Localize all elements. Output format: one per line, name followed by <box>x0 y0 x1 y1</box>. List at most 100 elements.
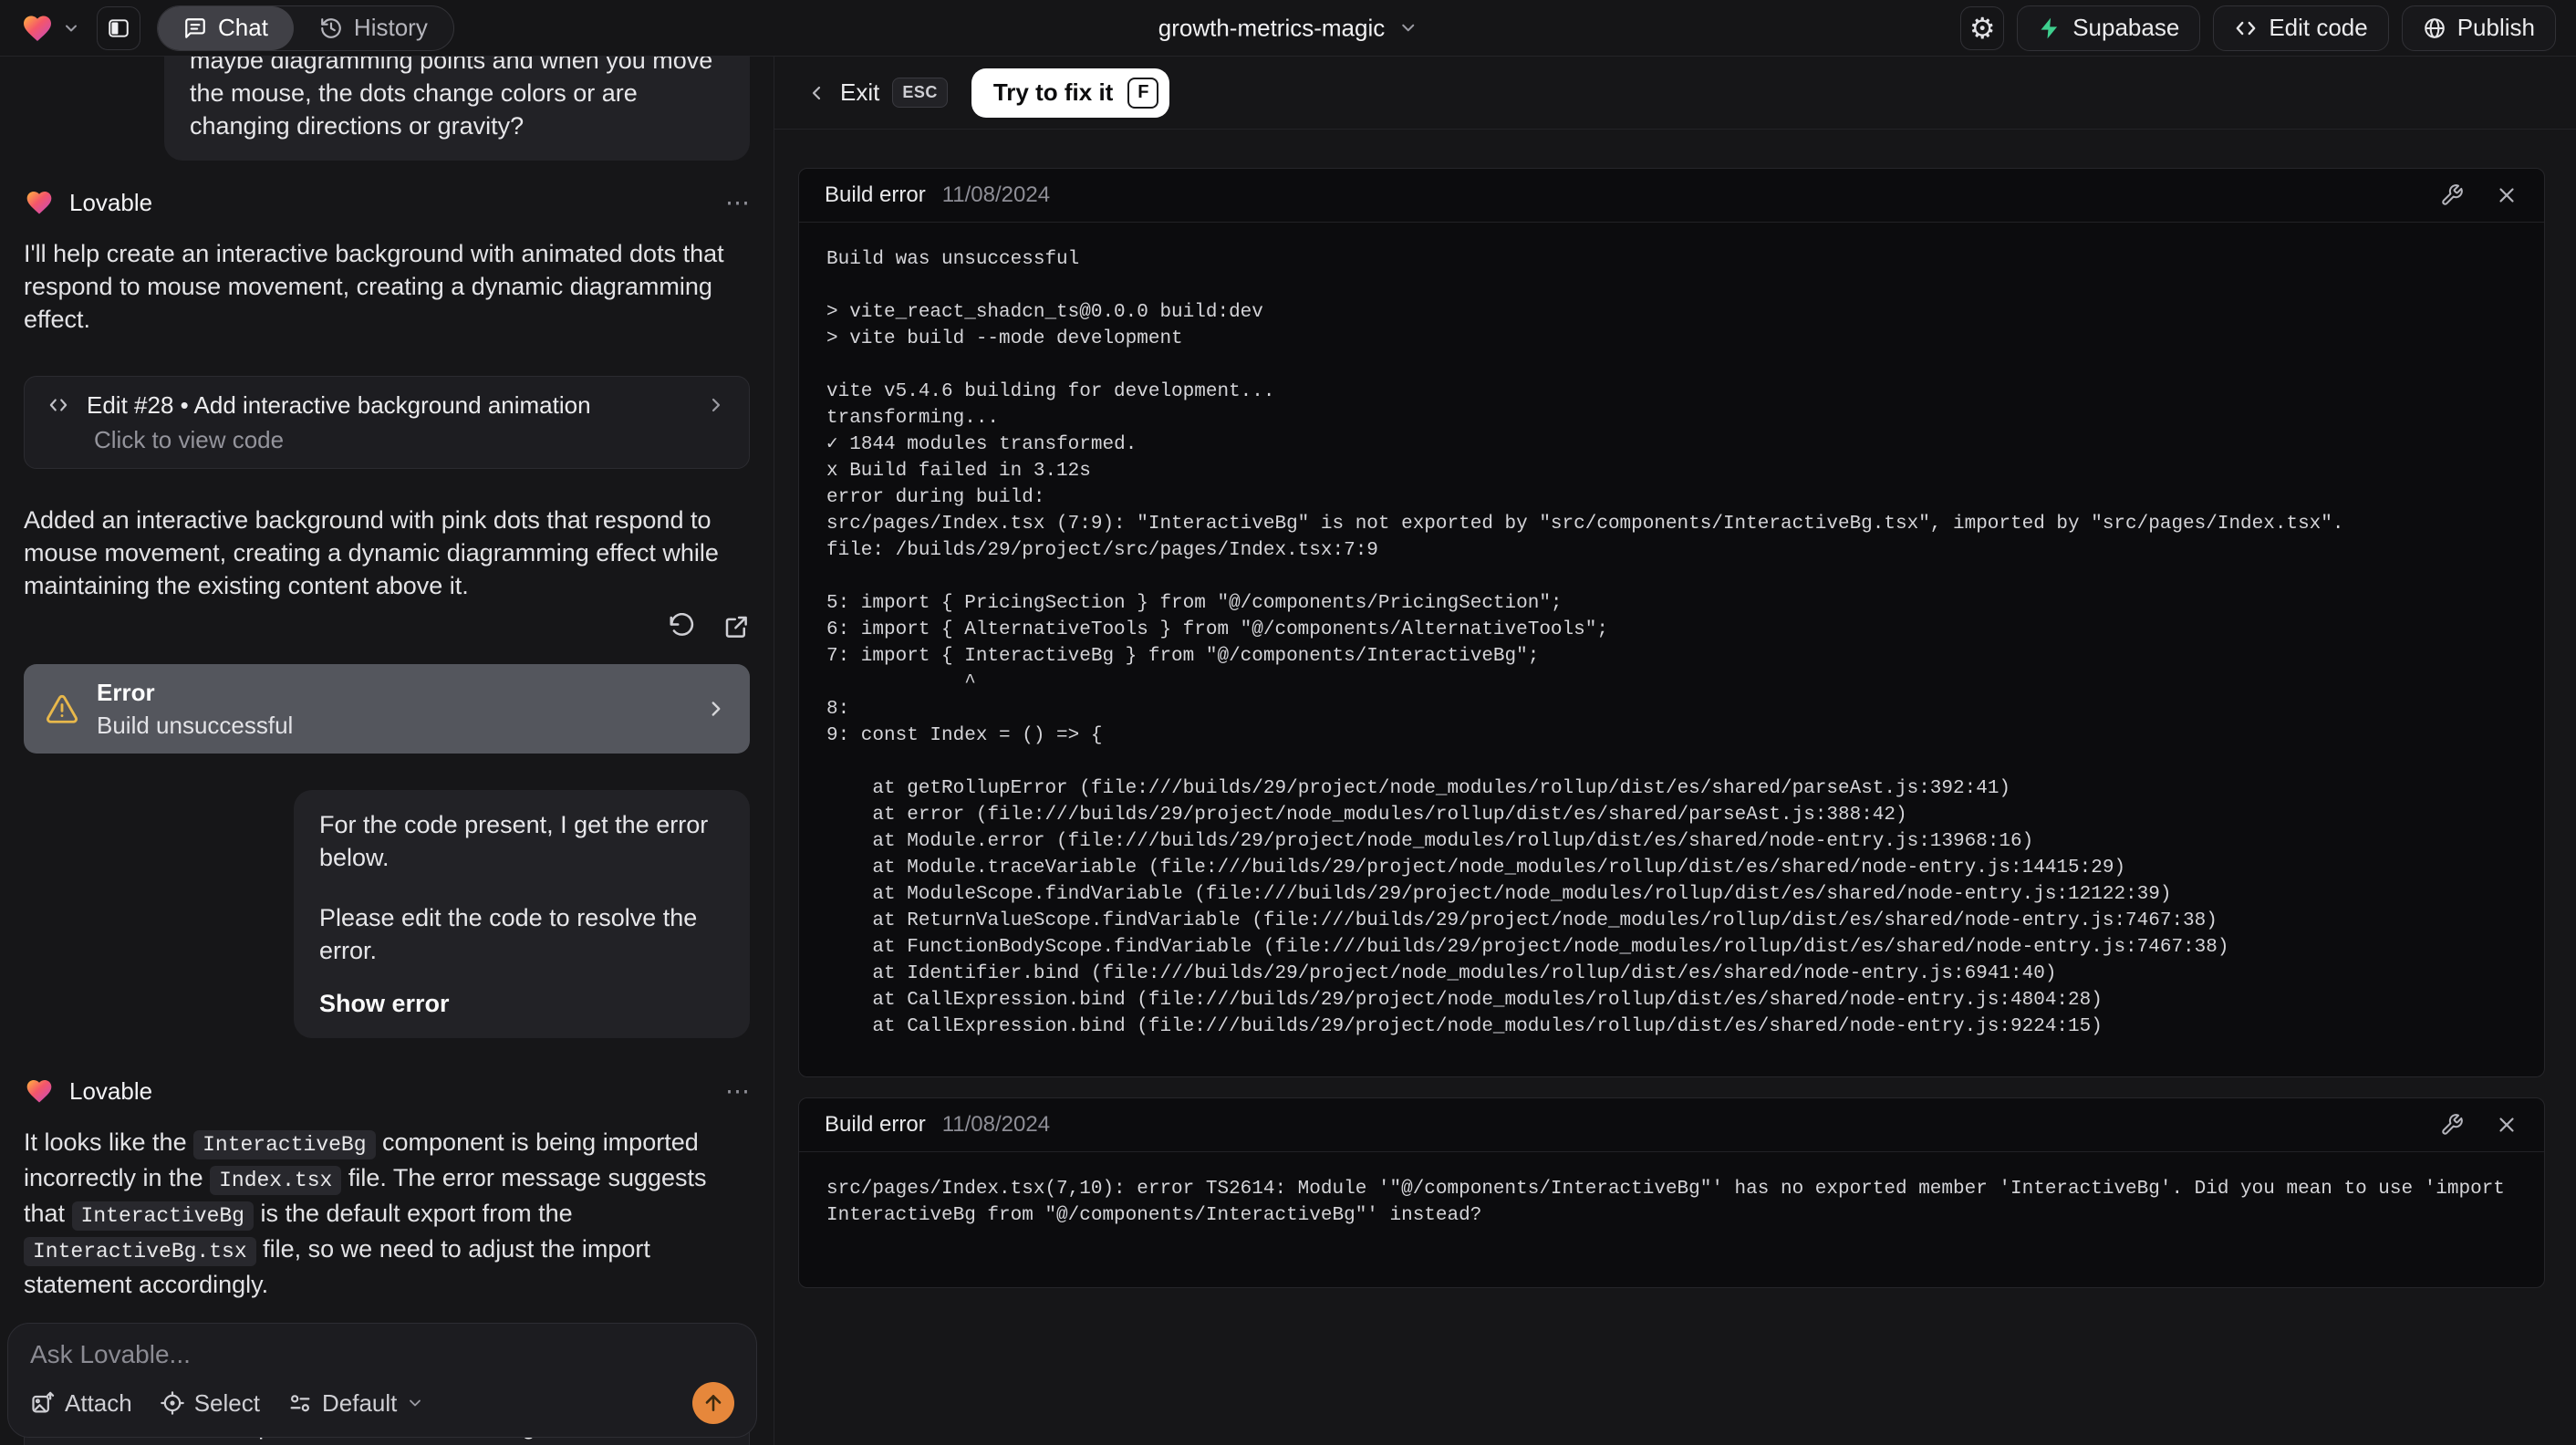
build-error-title: Build error <box>825 182 926 207</box>
assistant-paragraph: Added an interactive background with pin… <box>24 506 719 599</box>
project-switcher[interactable]: growth-metrics-magic <box>1158 14 1418 42</box>
message-menu-button[interactable]: ⋯ <box>725 1077 750 1106</box>
mode-label: Default <box>321 1388 398 1417</box>
lovable-app: Chat History growth-metrics-magic ⚙ Supa… <box>0 0 2576 1445</box>
f-key-badge: F <box>1127 77 1159 109</box>
fix-error-button[interactable] <box>2440 1113 2464 1137</box>
assistant-name: Lovable <box>69 1076 153 1105</box>
topbar-left-group: Chat History <box>20 5 454 51</box>
build-error-date: 11/08/2024 <box>941 1112 1051 1137</box>
globe-icon <box>2424 17 2445 38</box>
close-error-button[interactable] <box>2495 1113 2519 1137</box>
fix-error-button[interactable] <box>2440 183 2464 207</box>
select-target-icon <box>160 1391 184 1415</box>
composer: Attach Select Default <box>7 1323 757 1438</box>
assistant-message-header: Lovable ⋯ <box>24 1076 750 1106</box>
retry-button[interactable] <box>668 613 695 640</box>
chevron-right-icon <box>712 702 721 716</box>
build-error-card-1: Build error 11/08/2024 Build was unsucce… <box>798 168 2545 1077</box>
user-message-text: Please edit the code to resolve the erro… <box>319 904 698 964</box>
edit-code-label: Edit code <box>2269 14 2368 41</box>
attach-image-icon <box>32 1391 55 1413</box>
topbar-right-group: ⚙ Supabase Edit code Publish <box>1960 5 2556 51</box>
code-brackets-icon <box>49 399 68 411</box>
exit-label: Exit <box>840 78 880 106</box>
edit-code-button[interactable]: Edit code <box>2213 5 2389 51</box>
open-preview-button[interactable] <box>722 613 750 640</box>
error-panel-header: Exit ESC Try to fix it F <box>774 57 2576 130</box>
esc-key-badge: ESC <box>892 78 948 108</box>
user-message-text: maybe diagramming points and when you mo… <box>190 57 713 140</box>
composer-toolbar: Attach Select Default <box>30 1382 734 1424</box>
gear-icon: ⚙ <box>1968 11 1996 45</box>
supabase-label: Supabase <box>2072 14 2180 41</box>
external-link-icon <box>725 616 747 638</box>
show-error-link[interactable]: Show error <box>319 987 450 1020</box>
assistant-name: Lovable <box>69 188 153 216</box>
project-name: growth-metrics-magic <box>1158 14 1386 41</box>
build-error-card-header: Build error 11/08/2024 <box>799 169 2544 223</box>
assistant-paragraph: It looks like the InteractiveBg componen… <box>24 1128 707 1298</box>
view-tabs: Chat History <box>157 5 454 51</box>
user-message: maybe diagramming points and when you mo… <box>164 57 750 161</box>
sliders-icon <box>290 1395 310 1412</box>
publish-label: Publish <box>2457 14 2535 41</box>
try-to-fix-button[interactable]: Try to fix it F <box>971 68 1170 118</box>
refresh-icon <box>670 613 694 636</box>
panel-left-icon <box>109 18 129 37</box>
lovable-logo-menu[interactable] <box>20 12 80 45</box>
user-message-text: For the code present, I get the error be… <box>319 811 709 871</box>
edit-card-title: Edit #28 • Add interactive background an… <box>87 391 591 419</box>
chevron-down-icon <box>66 25 77 31</box>
user-message: For the code present, I get the error be… <box>294 790 750 1038</box>
main-split: maybe diagramming points and when you mo… <box>0 57 2576 1445</box>
build-error-date: 11/08/2024 <box>941 182 1051 207</box>
wrench-icon <box>2442 1114 2463 1135</box>
try-to-fix-label: Try to fix it <box>992 78 1114 106</box>
supabase-button[interactable]: Supabase <box>2017 5 2201 51</box>
lovable-avatar <box>26 192 52 214</box>
sidebar-toggle-button[interactable] <box>97 5 140 50</box>
code-brackets-icon <box>2236 21 2256 35</box>
topbar: Chat History growth-metrics-magic ⚙ Supa… <box>0 0 2576 57</box>
exit-button[interactable]: Exit ESC <box>805 78 948 108</box>
chevron-right-icon <box>712 398 721 412</box>
select-label: Select <box>193 1388 260 1417</box>
edit-card-subtitle: Click to view code <box>94 426 285 453</box>
chat-scroll-area[interactable]: maybe diagramming points and when you mo… <box>0 57 774 1445</box>
status-subtitle: Build unsuccessful <box>97 712 294 739</box>
lovable-avatar <box>26 1080 52 1103</box>
settings-button[interactable]: ⚙ <box>1960 5 2005 50</box>
close-icon <box>2499 1118 2514 1132</box>
build-error-card-header: Build error 11/08/2024 <box>799 1098 2544 1152</box>
supabase-icon <box>2041 17 2058 38</box>
send-button[interactable] <box>692 1382 734 1424</box>
attach-label: Attach <box>65 1388 132 1417</box>
chevron-down-icon <box>1401 24 1414 32</box>
mode-dropdown[interactable]: Default <box>287 1389 424 1418</box>
tab-history[interactable]: History <box>294 6 453 50</box>
select-button[interactable]: Select <box>160 1389 260 1418</box>
assistant-paragraph: I'll help create an interactive backgrou… <box>24 240 724 333</box>
status-title: Error <box>97 679 155 706</box>
close-error-button[interactable] <box>2495 183 2519 207</box>
tab-history-label: History <box>353 14 428 41</box>
attach-button[interactable]: Attach <box>30 1389 132 1418</box>
chat-input[interactable] <box>30 1340 594 1377</box>
wrench-icon <box>2442 184 2463 205</box>
message-menu-button[interactable]: ⋯ <box>725 189 750 217</box>
tab-chat-label: Chat <box>218 14 268 41</box>
error-panel-body: Build error 11/08/2024 Build was unsucce… <box>774 130 2576 1445</box>
build-error-status-card[interactable]: Error Build unsuccessful <box>24 664 750 754</box>
edit-card-28[interactable]: Edit #28 • Add interactive background an… <box>24 376 750 469</box>
build-error-title: Build error <box>825 1112 926 1137</box>
close-icon <box>2499 188 2514 203</box>
build-error-log: Build was unsuccessful > vite_react_shad… <box>826 249 2344 1037</box>
arrow-up-icon <box>705 1395 722 1411</box>
chat-panel: maybe diagramming points and when you mo… <box>0 57 774 1445</box>
chat-bubble-icon <box>185 17 205 38</box>
lovable-heart-icon <box>24 16 51 41</box>
tab-chat[interactable]: Chat <box>158 5 294 50</box>
build-error-log: src/pages/Index.tsx(7,10): error TS2614:… <box>826 1179 2517 1226</box>
publish-button[interactable]: Publish <box>2401 5 2556 51</box>
